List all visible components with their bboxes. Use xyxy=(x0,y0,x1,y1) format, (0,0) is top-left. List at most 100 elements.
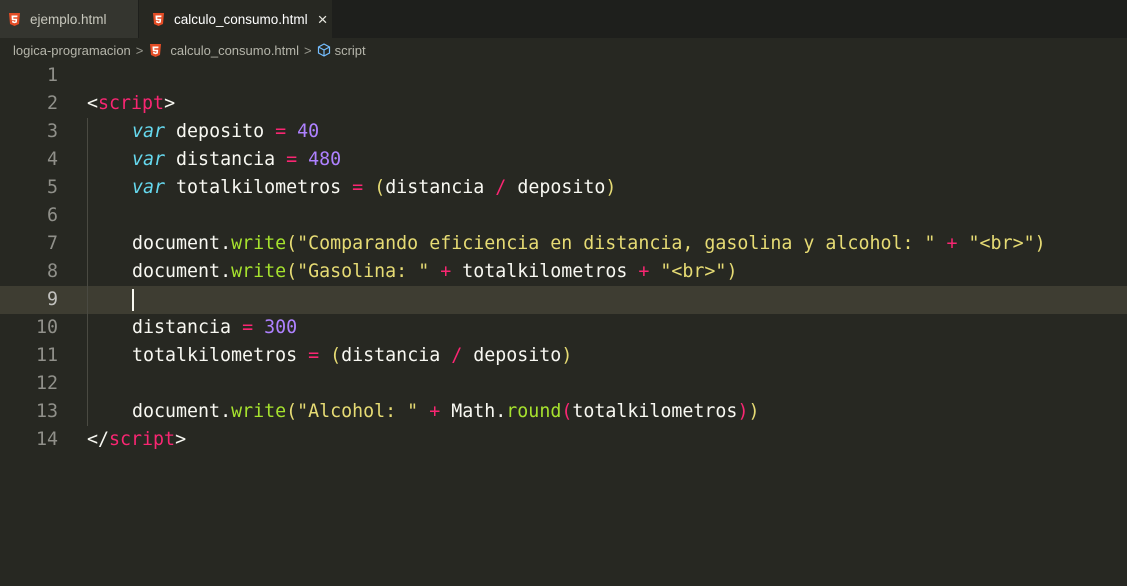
code-line: 12 xyxy=(0,370,1127,398)
token: 300 xyxy=(264,317,298,338)
code-text: document.write("Comparando eficiencia en… xyxy=(132,230,1046,258)
token: = xyxy=(275,121,287,142)
line-number: 7 xyxy=(46,233,58,254)
token: "Alcohol: " xyxy=(297,401,419,422)
line-number: 12 xyxy=(35,373,58,394)
token: = xyxy=(308,345,320,366)
line-number: 3 xyxy=(46,121,58,142)
token: totalkilometros xyxy=(462,261,628,282)
code-line: 5 var totalkilometros = (distancia / dep… xyxy=(0,174,1127,202)
token: + xyxy=(440,261,452,282)
code-line: 7 document.write("Comparando eficiencia … xyxy=(0,230,1127,258)
token: write xyxy=(231,233,287,254)
token: + xyxy=(638,261,650,282)
token: = xyxy=(352,177,364,198)
breadcrumb-symbol[interactable]: script xyxy=(317,43,366,58)
indent-guide xyxy=(87,398,88,426)
code-line: 13 document.write("Alcohol: " + Math.rou… xyxy=(0,398,1127,426)
token: < xyxy=(87,93,99,114)
token: "<br>" xyxy=(968,233,1035,254)
line-number: 5 xyxy=(46,177,58,198)
token: </ xyxy=(87,429,110,450)
token: ( xyxy=(561,401,573,422)
code-line: 3 var deposito = 40 xyxy=(0,118,1127,146)
code-line: 11 totalkilometros = (distancia / deposi… xyxy=(0,342,1127,370)
code-text: var totalkilometros = (distancia / depos… xyxy=(132,174,616,202)
token: document xyxy=(132,233,221,254)
token: 480 xyxy=(308,149,342,170)
code-text: totalkilometros = (distancia / deposito) xyxy=(132,342,572,370)
token: . xyxy=(220,261,232,282)
line-number: 10 xyxy=(35,317,58,338)
code-editor[interactable]: 1 2 <script> 3 var deposito = 40 4 var d… xyxy=(0,62,1127,586)
token: document xyxy=(132,401,221,422)
code-line: 14 </script> xyxy=(0,426,1127,454)
code-text: distancia = 300 xyxy=(132,314,297,342)
line-number: 4 xyxy=(46,149,58,170)
breadcrumb: logica-programacion > calculo_consumo.ht… xyxy=(0,38,1127,62)
chevron-right-icon: > xyxy=(135,42,144,58)
indent-guide xyxy=(87,314,88,342)
tab-ejemplo[interactable]: ejemplo.html xyxy=(0,0,138,38)
token: ) xyxy=(605,177,617,198)
token: > xyxy=(175,429,187,450)
code-text: document.write("Gasolina: " + totalkilom… xyxy=(132,258,737,286)
line-number: 8 xyxy=(46,261,58,282)
token: . xyxy=(220,401,232,422)
token: / xyxy=(451,345,463,366)
code-line: 2 <script> xyxy=(0,90,1127,118)
indent-guide xyxy=(87,146,88,174)
breadcrumb-symbol-label: script xyxy=(334,42,366,58)
html5-icon xyxy=(9,12,20,26)
breadcrumb-file[interactable]: calculo_consumo.html xyxy=(148,43,299,58)
token: . xyxy=(495,401,507,422)
line-number: 1 xyxy=(46,65,58,86)
token: > xyxy=(164,93,176,114)
token: ( xyxy=(374,177,386,198)
code-line: 4 var distancia = 480 xyxy=(0,146,1127,174)
indent-guide xyxy=(87,258,88,286)
breadcrumb-folder[interactable]: logica-programacion xyxy=(13,43,131,58)
token: totalkilometros xyxy=(572,401,738,422)
token: ) xyxy=(561,345,573,366)
tab-calculo-consumo[interactable]: calculo_consumo.html × xyxy=(139,0,332,38)
token: write xyxy=(231,261,287,282)
indent-guide xyxy=(87,286,88,314)
token: script xyxy=(98,93,165,114)
token: + xyxy=(429,401,441,422)
token: "<br>" xyxy=(660,261,727,282)
code-text: <script> xyxy=(87,90,175,118)
indent-guide xyxy=(87,370,88,398)
token: distancia xyxy=(341,345,441,366)
tab-label: calculo_consumo.html xyxy=(174,11,308,27)
token: totalkilometros xyxy=(132,345,298,366)
token: script xyxy=(109,429,176,450)
indent-guide xyxy=(87,174,88,202)
token: "Gasolina: " xyxy=(297,261,430,282)
close-icon[interactable]: × xyxy=(318,11,328,28)
line-number: 13 xyxy=(35,401,58,422)
token: "Comparando eficiencia en distancia, gas… xyxy=(297,233,936,254)
token: distancia xyxy=(385,177,485,198)
code-text: document.write("Alcohol: " + Math.round(… xyxy=(132,398,759,426)
tab-bar: ejemplo.html calculo_consumo.html × xyxy=(0,0,1127,38)
line-number: 6 xyxy=(46,205,58,226)
tab-label: ejemplo.html xyxy=(30,11,107,27)
token: ) xyxy=(1034,233,1046,254)
token: ( xyxy=(286,261,298,282)
token: deposito xyxy=(176,121,265,142)
html5-icon xyxy=(150,43,162,57)
token: document xyxy=(132,261,221,282)
token: ( xyxy=(330,345,342,366)
token: = xyxy=(286,149,298,170)
code-line: 8 document.write("Gasolina: " + totalkil… xyxy=(0,258,1127,286)
token: / xyxy=(495,177,507,198)
indent-guide xyxy=(87,230,88,258)
token: + xyxy=(946,233,958,254)
code-line: 6 xyxy=(0,202,1127,230)
token: write xyxy=(231,401,287,422)
token: var xyxy=(132,149,166,170)
indent-guide xyxy=(87,118,88,146)
token: var xyxy=(132,177,166,198)
breadcrumb-file-label: calculo_consumo.html xyxy=(170,42,299,58)
